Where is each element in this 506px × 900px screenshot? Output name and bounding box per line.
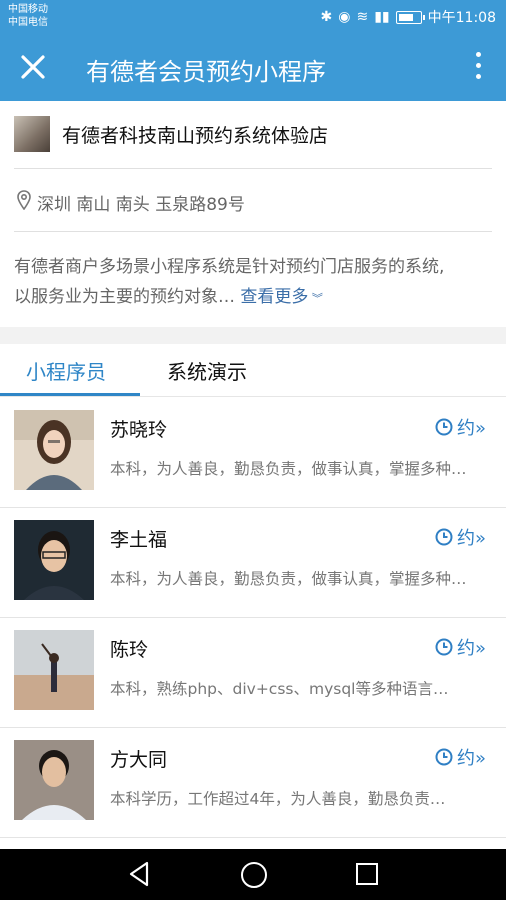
book-label: 约»: [456, 528, 486, 549]
carrier-info: 中国移动 中国电信: [8, 3, 48, 29]
eye-icon: ◉: [338, 9, 351, 25]
clock-time: 中午11:08: [427, 10, 496, 26]
description-line-2: 以服务业为主要的预约对象…: [14, 287, 235, 307]
android-nav-bar: [0, 849, 506, 900]
staff-name: 陈玲: [110, 639, 149, 661]
close-icon[interactable]: [16, 50, 50, 84]
description-line-1: 有德者商户多场景小程序系统是针对预约门店服务的系统,: [14, 257, 445, 277]
signal-icon: ▮▮: [374, 9, 390, 25]
staff-list: 苏晓玲 约» 本科，为人善良，勤恳负责，做事认真，掌握多种技能… 李土福 约» …: [0, 397, 506, 849]
location-pin-icon: [17, 190, 31, 210]
staff-avatar: [14, 520, 94, 600]
staff-description: 本科，为人善良，勤恳负责，做事认真，掌握多种技能…: [110, 460, 482, 478]
staff-avatar: [14, 740, 94, 820]
page-title: 有德者会员预约小程序: [86, 58, 326, 86]
more-options-icon[interactable]: [472, 52, 484, 84]
book-label: 约»: [456, 748, 486, 769]
store-info: 有德者科技南山预约系统体验店 深圳 南山 南头 玉泉路89号 有德者商户多场景小…: [0, 101, 506, 327]
home-icon[interactable]: [241, 862, 267, 888]
active-tab-indicator: [0, 393, 140, 396]
book-button[interactable]: 约»: [435, 634, 486, 660]
store-name: 有德者科技南山预约系统体验店: [62, 125, 329, 147]
store-description: 有德者商户多场景小程序系统是针对预约门店服务的系统, 以服务业为主要的预约对象……: [14, 252, 492, 314]
recent-apps-icon[interactable]: [356, 863, 378, 885]
staff-row[interactable]: 苏晓玲 约» 本科，为人善良，勤恳负责，做事认真，掌握多种技能…: [0, 397, 506, 508]
staff-description: 本科，为人善良，勤恳负责，做事认真，掌握多种技能…: [110, 570, 482, 588]
back-icon[interactable]: [127, 861, 151, 887]
staff-row[interactable]: 方大同 约» 本科学历，工作超过4年，为人善良，勤恳负责…: [0, 727, 506, 838]
carrier-1: 中国移动: [8, 4, 48, 15]
see-more-link[interactable]: 查看更多 ︾: [240, 287, 323, 307]
clock-icon: [435, 418, 453, 436]
battery-icon: [395, 10, 425, 24]
clock-icon: [435, 638, 453, 656]
staff-avatar: [14, 630, 94, 710]
book-label: 约»: [456, 638, 486, 659]
clock-icon: [435, 748, 453, 766]
staff-name: 方大同: [110, 749, 168, 771]
book-label: 约»: [456, 418, 486, 439]
staff-row[interactable]: 陈玲 约» 本科，熟练php、div+css、mysql等多种语言…: [0, 617, 506, 728]
status-bar: 中国移动 中国电信 ✱ ◉ ≋ ▮▮ 中午11:08: [0, 0, 506, 33]
wifi-icon: ≋: [356, 9, 369, 25]
staff-description: 本科学历，工作超过4年，为人善良，勤恳负责…: [110, 790, 446, 808]
staff-name: 苏晓玲: [110, 419, 168, 441]
staff-avatar: [14, 410, 94, 490]
book-button[interactable]: 约»: [435, 524, 486, 550]
staff-name: 李土福: [110, 529, 168, 551]
store-address: 深圳 南山 南头 玉泉路89号: [37, 195, 245, 215]
store-thumbnail: [14, 116, 50, 152]
tab-demo[interactable]: 系统演示: [167, 356, 247, 385]
title-bar: 有德者会员预约小程序: [0, 33, 506, 101]
book-button[interactable]: 约»: [435, 414, 486, 440]
bluetooth-icon: ✱: [320, 9, 333, 25]
tab-bar: 小程序员 系统演示: [0, 344, 506, 397]
staff-row[interactable]: 李土福 约» 本科，为人善良，勤恳负责，做事认真，掌握多种技能…: [0, 507, 506, 618]
tab-staff[interactable]: 小程序员: [26, 356, 106, 385]
status-icons: ✱ ◉ ≋ ▮▮ 中午11:08: [321, 7, 496, 27]
divider: [14, 168, 492, 169]
chevron-down-icon: ︾: [308, 292, 323, 305]
carrier-2: 中国电信: [8, 17, 48, 28]
clock-icon: [435, 528, 453, 546]
book-button[interactable]: 约»: [435, 744, 486, 770]
staff-description: 本科，熟练php、div+css、mysql等多种语言…: [110, 680, 449, 698]
divider: [14, 231, 492, 232]
